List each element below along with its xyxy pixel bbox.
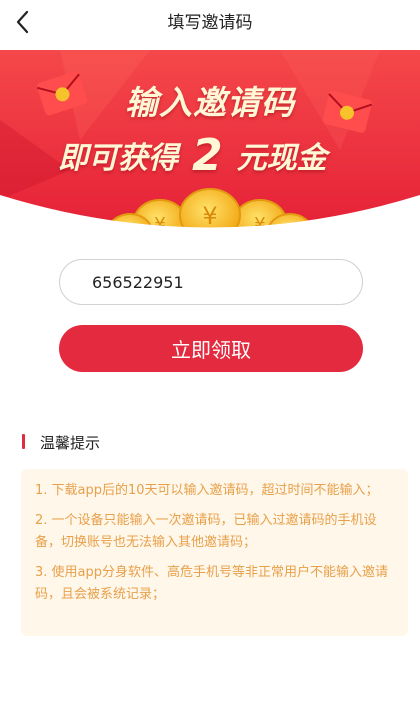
svg-text:¥: ¥ [202,202,217,230]
invite-code-input[interactable] [59,259,363,305]
banner-amount: 2 [192,130,223,181]
tips-title: 温馨提示 [40,434,101,452]
claim-button[interactable]: 立即领取 [59,325,363,372]
banner-prefix: 即可获得 [58,141,178,176]
banner-subheadline: 即可获得 2 元现金 [58,128,327,181]
tip-item: 1. 下载app后的10天可以输入邀请码，超过时间不能输入； [35,483,379,498]
nav-bar: 填写邀请码 [0,0,420,46]
banner-suffix: 元现金 [236,141,327,176]
banner-headline: 输入邀请码 [125,83,295,122]
tips-accent-bar [22,434,25,449]
tip-item: 3. 使用app分身软件、高危手机号等非正常用户不能输入邀请码，且会被系统记录； [35,565,389,602]
page-title: 填写邀请码 [167,13,253,33]
tips-box: 1. 下载app后的10天可以输入邀请码，超过时间不能输入； 2. 一个设备只能… [21,469,408,636]
tip-item: 2. 一个设备只能输入一次邀请码，已输入过邀请码的手机设备，切换账号也无法输入其… [35,513,377,550]
